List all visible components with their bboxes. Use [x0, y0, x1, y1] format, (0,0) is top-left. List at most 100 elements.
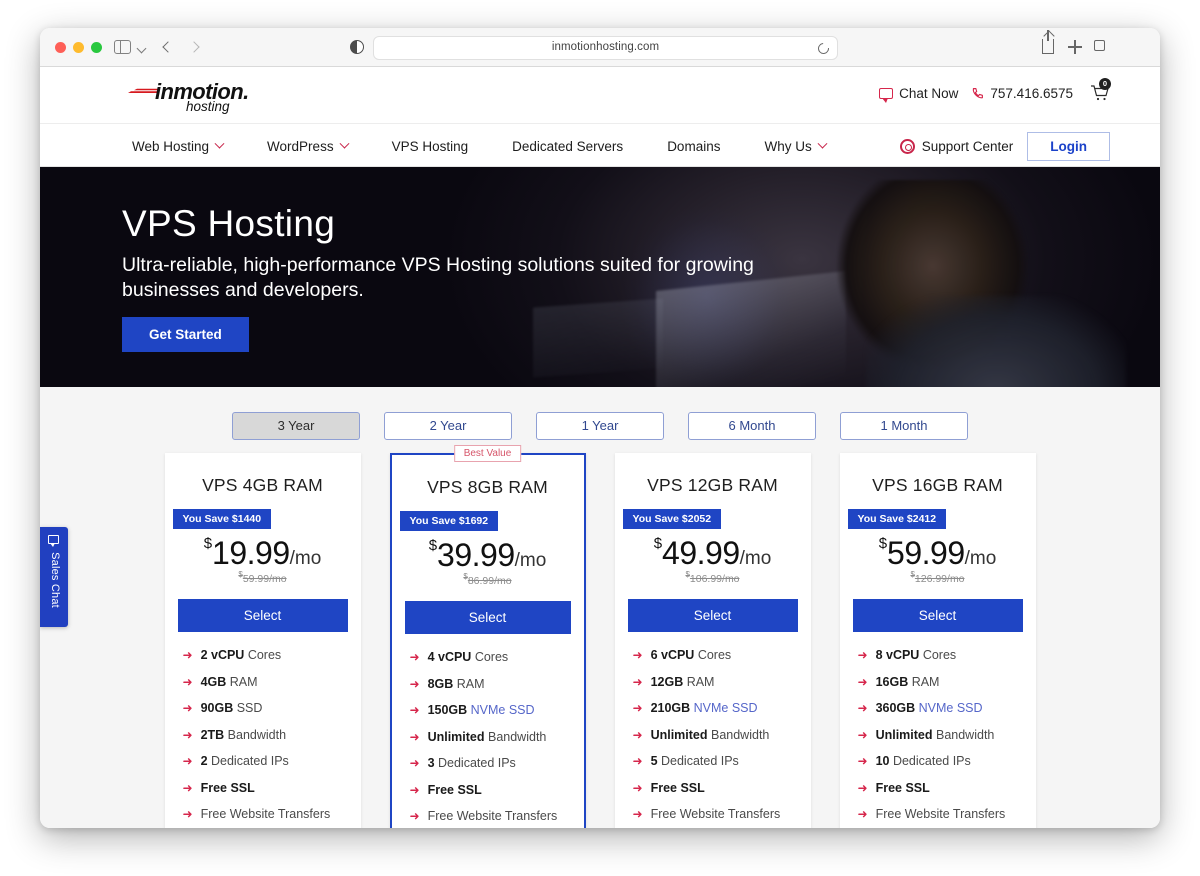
minimize-window-button[interactable] [73, 42, 84, 53]
feature-text: 12GB RAM [651, 675, 715, 689]
sales-chat-tab[interactable]: Sales Chat [40, 527, 68, 627]
save-badge: You Save $2052 [622, 509, 722, 529]
feature-item: ➜ Free Website Transfers [858, 807, 1026, 821]
price-amount: 39.99 [437, 537, 515, 573]
feature-label: RAM [683, 674, 715, 689]
feature-text: 2 Dedicated IPs [201, 754, 289, 768]
plan-title: VPS 8GB RAM [427, 477, 548, 497]
privacy-shield-icon[interactable] [350, 40, 364, 54]
plan-features: ➜ 8 vCPU Cores ➜ 16GB RAM ➜ 360GB NVMe SSD ➜ Un… [840, 648, 1036, 821]
select-plan-button[interactable]: Select [852, 599, 1023, 632]
feature-item: ➜ 4 vCPU Cores [410, 650, 574, 664]
sidebar-toggle-icon[interactable] [114, 40, 131, 54]
browser-toolbar: inmotionhosting.com [40, 28, 1160, 67]
save-badge-wrap: You Save $1692 [392, 498, 584, 531]
share-icon[interactable] [1042, 30, 1054, 54]
cart-icon[interactable]: 0 [1090, 78, 1111, 102]
feature-text: Free SSL [651, 781, 705, 795]
feature-label: NVMe SSD [690, 701, 758, 715]
select-plan-button[interactable]: Select [627, 599, 798, 632]
nav-item-wordpress[interactable]: WordPress [245, 124, 370, 168]
feature-text: 360GB NVMe SSD [876, 701, 983, 715]
save-badge-wrap: You Save $1440 [165, 496, 361, 529]
arrow-right-icon: ➜ [182, 727, 193, 742]
feature-item: ➜ 4GB RAM [183, 675, 351, 689]
phone-number: 757.416.6575 [990, 85, 1073, 101]
price-currency: $ [878, 535, 888, 552]
nav-item-domains[interactable]: Domains [645, 124, 742, 168]
arrow-right-icon: ➜ [857, 807, 868, 821]
nav-item-web-hosting[interactable]: Web Hosting [132, 124, 245, 168]
feature-item: ➜ Free SSL [410, 783, 574, 797]
feature-text: 2 vCPU Cores [201, 648, 282, 662]
close-window-button[interactable] [55, 42, 66, 53]
plan-title: VPS 16GB RAM [872, 475, 1003, 495]
feature-text: 5 Dedicated IPs [651, 754, 739, 768]
new-tab-icon[interactable] [1068, 40, 1082, 54]
best-value-badge: Best Value [453, 445, 522, 462]
feature-text: Free SSL [201, 781, 255, 795]
chat-now-link[interactable]: Chat Now [879, 85, 959, 103]
maximize-window-button[interactable] [91, 42, 102, 53]
inmotion-logo[interactable]: inmotion. hosting [128, 77, 262, 117]
save-badge: You Save $1692 [399, 511, 499, 531]
feature-label: NVMe SSD [915, 701, 983, 715]
price-amount: 59.99 [887, 535, 965, 571]
nav-item-why-us[interactable]: Why Us [742, 124, 847, 168]
arrow-right-icon: ➜ [632, 727, 643, 742]
term-tab-1-year[interactable]: 1 Year [536, 412, 664, 440]
save-badge-wrap: You Save $2052 [615, 496, 811, 529]
plan-old-price: $59.99/mo [165, 570, 361, 585]
save-badge: You Save $1440 [172, 509, 272, 529]
plan-price: $49.99/mo [615, 535, 811, 572]
select-plan-button[interactable]: Select [177, 599, 348, 632]
feature-label: Bandwidth [932, 727, 995, 742]
feature-text: Unlimited Bandwidth [876, 728, 995, 742]
feature-text: Free SSL [876, 781, 930, 795]
term-tab-2-year[interactable]: 2 Year [384, 412, 512, 440]
chat-now-label: Chat Now [899, 85, 959, 101]
plan-old-price: $126.99/mo [840, 570, 1036, 585]
feature-text: 2TB Bandwidth [201, 728, 286, 742]
back-arrow-icon[interactable] [160, 40, 175, 55]
select-plan-button[interactable]: Select [404, 601, 571, 634]
feature-item: ➜ Unlimited Bandwidth [633, 728, 801, 742]
price-currency: $ [653, 535, 663, 552]
arrow-right-icon: ➜ [182, 674, 193, 689]
plan-features: ➜ 6 vCPU Cores ➜ 12GB RAM ➜ 210GB NVMe SSD ➜ Un… [615, 648, 811, 821]
tabs-overview-icon[interactable] [1094, 37, 1111, 51]
phone-link[interactable]: 757.416.6575 [971, 86, 1073, 101]
pricing-card: VPS 16GB RAM You Save $2412 $59.99/mo $126.… [839, 453, 1036, 828]
feature-label: Free Website Transfers [427, 809, 558, 823]
nav-item-vps-hosting[interactable]: VPS Hosting [370, 124, 491, 168]
chevron-down-icon[interactable] [136, 43, 147, 54]
hero-subtitle: Ultra-reliable, high-performance VPS Hos… [122, 254, 754, 301]
term-tab-3-year[interactable]: 3 Year [232, 412, 360, 440]
plan-old-price: $106.99/mo [615, 570, 811, 585]
hero-person-shoulder [866, 296, 1127, 387]
arrow-right-icon: ➜ [409, 756, 420, 770]
login-button[interactable]: Login [1027, 131, 1110, 161]
arrow-right-icon: ➜ [632, 674, 643, 689]
feature-value: Free SSL [650, 780, 705, 795]
feature-item: ➜ 2 Dedicated IPs [183, 754, 351, 768]
support-center-link[interactable]: Support Center [899, 138, 1013, 154]
get-started-button[interactable]: Get Started [122, 316, 249, 352]
address-text: inmotionhosting.com [551, 41, 660, 53]
forward-arrow-icon[interactable] [186, 40, 201, 55]
feature-label: Bandwidth [707, 727, 770, 742]
feature-value: 4 vCPU [427, 650, 472, 664]
feature-text: 4 vCPU Cores [428, 650, 509, 664]
address-bar[interactable]: inmotionhosting.com [373, 36, 838, 60]
feature-item: ➜ 210GB NVMe SSD [633, 701, 801, 715]
sales-chat-label: Sales Chat [49, 552, 61, 608]
term-tab-1-month[interactable]: 1 Month [840, 412, 968, 440]
arrow-right-icon: ➜ [632, 807, 643, 821]
feature-item: ➜ Unlimited Bandwidth [858, 728, 1026, 742]
feature-label: Bandwidth [484, 729, 547, 744]
term-tab-6-month[interactable]: 6 Month [688, 412, 816, 440]
nav-item-dedicated-servers[interactable]: Dedicated Servers [490, 124, 645, 168]
plan-price: $39.99/mo [392, 537, 584, 574]
feature-value: Free SSL [875, 780, 930, 795]
header-utilities: Chat Now 757.416.6575 0 [879, 78, 1111, 103]
